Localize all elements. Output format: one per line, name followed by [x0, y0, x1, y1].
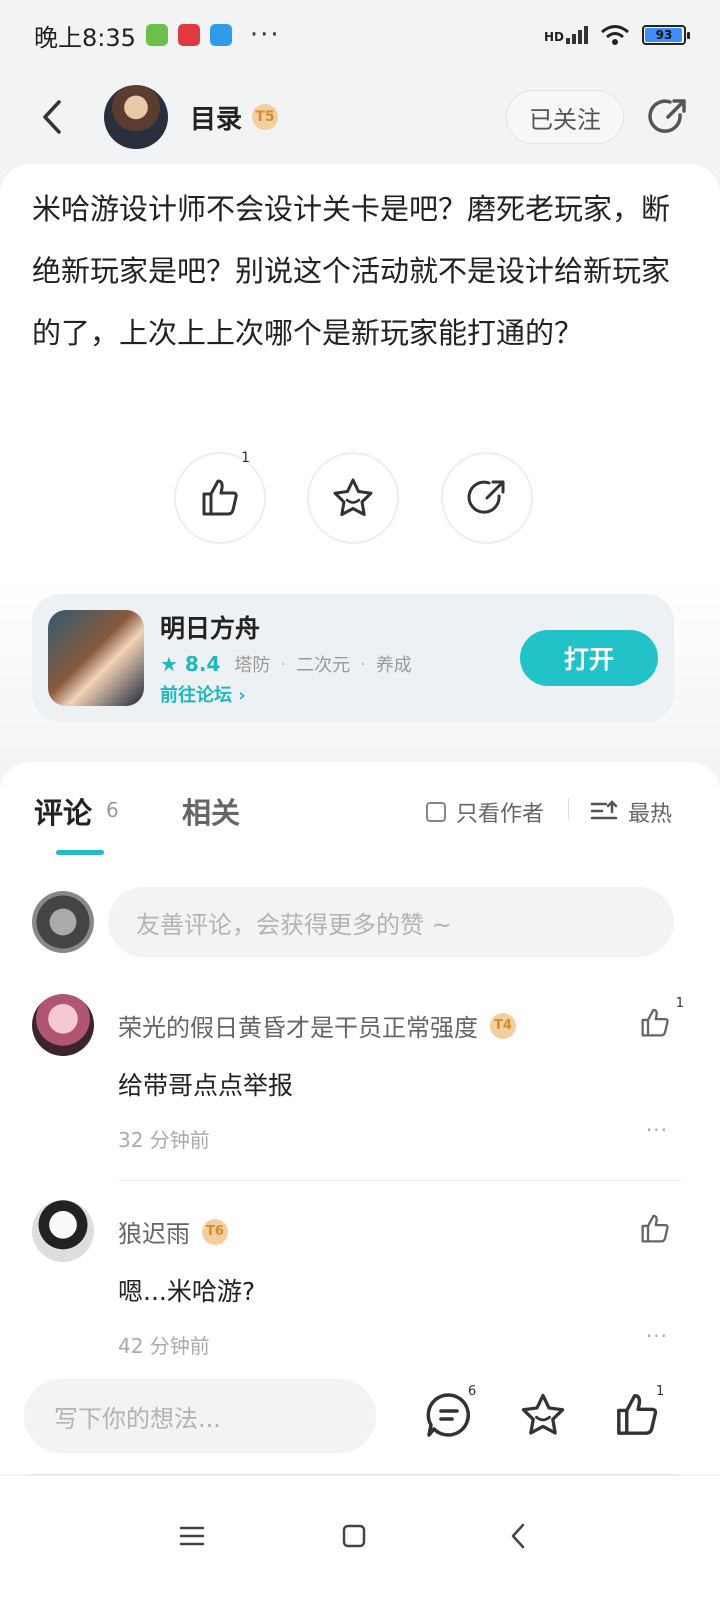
author-avatar[interactable]: [104, 85, 168, 149]
divider: [568, 798, 569, 820]
like-button[interactable]: 1: [174, 450, 266, 544]
comments-section: 评论 6 相关 只看作者 最热 友善评论，会获得更多的赞 ~ 荣光的假日黄昏才是…: [0, 762, 720, 1362]
commenter-name-label: 狼迟雨: [118, 1220, 190, 1248]
author-level-badge: T5: [252, 104, 279, 130]
post-card: 米哈游设计师不会设计关卡是吧？磨死老玩家，断绝新玩家是吧？别说这个活动就不是设计…: [0, 164, 720, 754]
like-count: 1: [241, 450, 250, 466]
open-game-button[interactable]: 打开: [520, 630, 658, 686]
checkbox-icon: [426, 802, 446, 822]
game-rating-value: 8.4: [184, 652, 221, 676]
menu-button[interactable]: [172, 1516, 212, 1556]
square-icon: [342, 1524, 366, 1548]
signal-icon: HD: [544, 26, 588, 44]
comment-like-button[interactable]: [638, 1212, 672, 1250]
game-meta: ★ 8.4 塔防 · 二次元 · 养成: [160, 651, 422, 677]
share-icon: [467, 480, 505, 514]
thumb-up-icon: [641, 1008, 669, 1037]
status-bar: 晚上8:35 ··· HD 93: [0, 0, 720, 70]
bottom-like-count: 1: [656, 1384, 665, 1399]
chevron-left-icon: [511, 1523, 525, 1549]
sort-button[interactable]: 最热: [590, 796, 672, 828]
share-icon[interactable]: [646, 95, 690, 139]
comment-item: 荣光的假日黄昏才是干员正常强度 T4 1 给带哥点点举报 32 分钟前 ···: [32, 994, 684, 1184]
hd-label: HD: [543, 30, 564, 44]
game-tag: 养成: [375, 655, 412, 676]
game-card[interactable]: 明日方舟 ★ 8.4 塔防 · 二次元 · 养成 前往论坛 › 打开: [32, 594, 674, 722]
forum-link-label: 前往论坛: [160, 685, 232, 706]
comment-input[interactable]: 友善评论，会获得更多的赞 ~: [108, 887, 674, 957]
comment-icon[interactable]: [424, 1390, 474, 1440]
bottom-bar: 写下你的想法... 6 1: [0, 1358, 720, 1474]
follow-button[interactable]: 已关注: [506, 90, 624, 144]
comment-input-row: 友善评论，会获得更多的赞 ~: [32, 886, 674, 958]
more-icon[interactable]: ···: [646, 1118, 668, 1142]
comment-text: 嗯...米哈游?: [118, 1277, 256, 1306]
thumb-up-icon: [641, 1214, 669, 1243]
browser-app-icon: [209, 24, 232, 46]
commenter-name[interactable]: 狼迟雨 T6: [118, 1214, 228, 1249]
sort-label: 最热: [628, 802, 673, 827]
wifi-icon: [601, 25, 629, 45]
status-more-icon: ···: [249, 20, 281, 50]
post-header: 目录 T5 已关注: [0, 70, 720, 164]
game-tag: 塔防: [234, 655, 271, 676]
post-text: 米哈游设计师不会设计关卡是吧？磨死老玩家，断绝新玩家是吧？别说这个活动就不是设计…: [32, 192, 671, 350]
author-name[interactable]: 目录: [190, 99, 242, 136]
favorite-button[interactable]: [307, 452, 399, 544]
game-rating: ★ 8.4: [160, 652, 220, 676]
my-avatar: [32, 891, 94, 953]
commenter-avatar[interactable]: [32, 994, 94, 1056]
share-button[interactable]: [441, 452, 533, 544]
battery-level: 93: [655, 28, 673, 42]
tag-separator: ·: [280, 653, 287, 675]
commenter-name-label: 荣光的假日黄昏才是干员正常强度: [118, 1014, 478, 1042]
tag-separator: ·: [360, 653, 366, 675]
star-icon: [333, 478, 373, 516]
bottom-comment-count: 6: [468, 1384, 477, 1399]
star-icon[interactable]: [518, 1390, 568, 1440]
star-filled-icon: ★: [160, 652, 178, 676]
battery-icon: 93: [642, 25, 690, 45]
sort-icon: [590, 800, 618, 820]
back-button[interactable]: [30, 95, 74, 139]
download-app-icon: [145, 24, 168, 46]
bottom-comment-input[interactable]: 写下你的想法...: [24, 1379, 376, 1453]
comment-time: 32 分钟前: [118, 1128, 210, 1152]
commenter-avatar[interactable]: [32, 1200, 94, 1262]
only-author-label: 只看作者: [456, 802, 545, 827]
system-back-button[interactable]: [498, 1516, 538, 1556]
tab-comments[interactable]: 评论: [34, 790, 92, 832]
game-tag: 二次元: [296, 655, 351, 676]
thumb-up-icon[interactable]: [612, 1390, 662, 1440]
only-author-toggle[interactable]: 只看作者: [426, 796, 544, 828]
commenter-level-badge: T6: [202, 1218, 228, 1245]
game-name: 明日方舟: [160, 614, 261, 643]
tab-related[interactable]: 相关: [182, 790, 240, 832]
commenter-level-badge: T4: [490, 1012, 516, 1039]
chevron-left-icon: [43, 100, 61, 134]
comment-divider: [118, 1180, 682, 1181]
home-button[interactable]: [334, 1516, 374, 1556]
game-icon: [48, 610, 144, 706]
chevron-right-icon: ›: [238, 685, 246, 706]
comment-item: 狼迟雨 T6 嗯...米哈游? 42 分钟前 ···: [32, 1200, 682, 1360]
comment-time: 42 分钟前: [118, 1334, 210, 1358]
status-time: 晚上8:35: [34, 23, 136, 52]
divider: [28, 1474, 678, 1475]
news-app-icon: [177, 24, 200, 46]
comments-count: 6: [106, 798, 119, 822]
post-actions: 1: [0, 450, 720, 548]
active-tab-indicator: [56, 850, 104, 855]
forum-link[interactable]: 前往论坛 ›: [160, 681, 422, 707]
menu-icon: [179, 1526, 205, 1546]
comment-like-button[interactable]: [638, 1006, 672, 1044]
status-app-icons: [145, 24, 232, 46]
comment-like-count: 1: [675, 996, 684, 1011]
more-icon[interactable]: ···: [646, 1324, 668, 1348]
comment-text: 给带哥点点举报: [118, 1071, 294, 1100]
system-nav-bar: [0, 1476, 720, 1600]
commenter-name[interactable]: 荣光的假日黄昏才是干员正常强度 T4: [118, 1008, 516, 1043]
thumb-up-icon: [202, 479, 238, 516]
comment-tabs: 评论 6 相关 只看作者 最热: [0, 762, 720, 858]
